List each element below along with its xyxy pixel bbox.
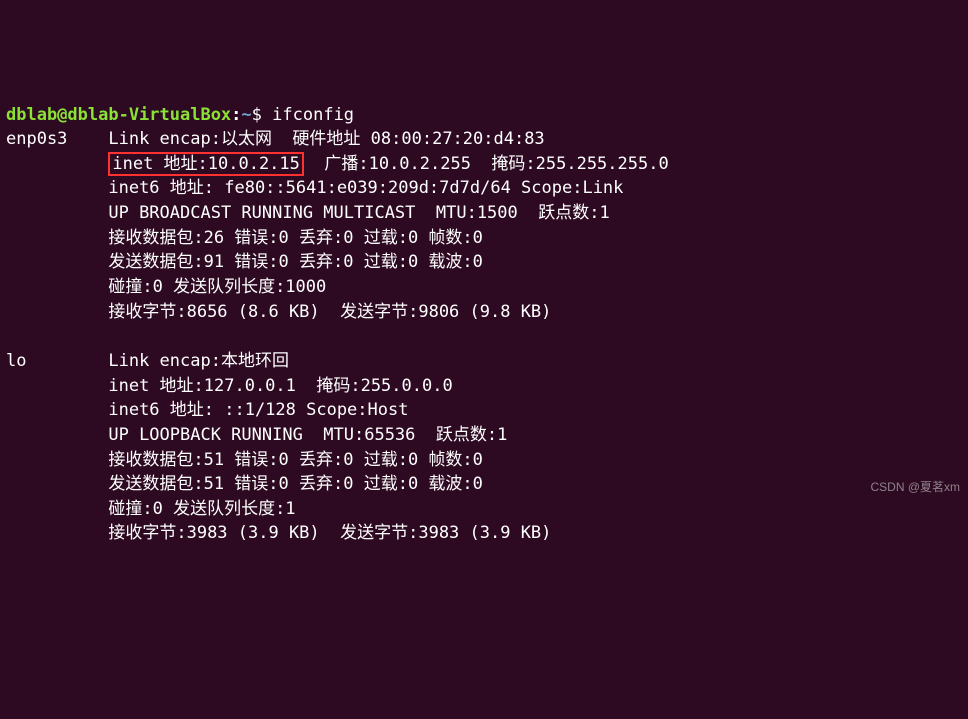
prompt-dollar: $ (252, 105, 272, 125)
watermark-text: CSDN @夏茗xm (870, 479, 960, 496)
prompt-path: ~ (241, 105, 251, 125)
iface1-line6: 发送数据包:91 错误:0 丢弃:0 过载:0 载波:0 (6, 252, 483, 272)
iface1-line7: 碰撞:0 发送队列长度:1000 (6, 277, 326, 297)
iface1-mac: 08:00:27:20:d4:83 (371, 129, 545, 149)
iface1-name: enp0s3 (6, 129, 67, 149)
iface1-line1: enp0s3 Link encap:以太网 硬件地址 08:00:27:20:d… (6, 129, 545, 149)
iface2-line8: 接收字节:3983 (3.9 KB) 发送字节:3983 (3.9 KB) (6, 523, 551, 543)
iface1-line3: inet6 地址: fe80::5641:e039:209d:7d7d/64 S… (6, 178, 623, 198)
iface1-line8: 接收字节:8656 (8.6 KB) 发送字节:9806 (9.8 KB) (6, 302, 551, 322)
command-text: ifconfig (272, 105, 354, 125)
iface2-name: lo (6, 351, 26, 371)
inet-highlight: inet 地址:10.0.2.15 (108, 152, 304, 176)
iface2-line7: 碰撞:0 发送队列长度:1 (6, 499, 296, 519)
blank-line (6, 326, 16, 346)
prompt-line: dblab@dblab-VirtualBox:~$ ifconfig (6, 105, 354, 125)
iface2-line3: inet6 地址: ::1/128 Scope:Host (6, 400, 408, 420)
iface1-line5: 接收数据包:26 错误:0 丢弃:0 过载:0 帧数:0 (6, 228, 483, 248)
iface2-line2: inet 地址:127.0.0.1 掩码:255.0.0.0 (6, 376, 453, 396)
prompt-user-host: dblab@dblab-VirtualBox (6, 105, 231, 125)
iface2-line4: UP LOOPBACK RUNNING MTU:65536 跃点数:1 (6, 425, 507, 445)
iface2-line5: 接收数据包:51 错误:0 丢弃:0 过载:0 帧数:0 (6, 450, 483, 470)
iface2-line6: 发送数据包:51 错误:0 丢弃:0 过载:0 载波:0 (6, 474, 483, 494)
iface2-line1: lo Link encap:本地环回 (6, 351, 289, 371)
iface1-line2: inet 地址:10.0.2.15 广播:10.0.2.255 掩码:255.2… (6, 154, 669, 174)
terminal-output: dblab@dblab-VirtualBox:~$ ifconfig enp0s… (6, 103, 962, 547)
prompt-colon: : (231, 105, 241, 125)
iface1-line4: UP BROADCAST RUNNING MULTICAST MTU:1500 … (6, 203, 610, 223)
